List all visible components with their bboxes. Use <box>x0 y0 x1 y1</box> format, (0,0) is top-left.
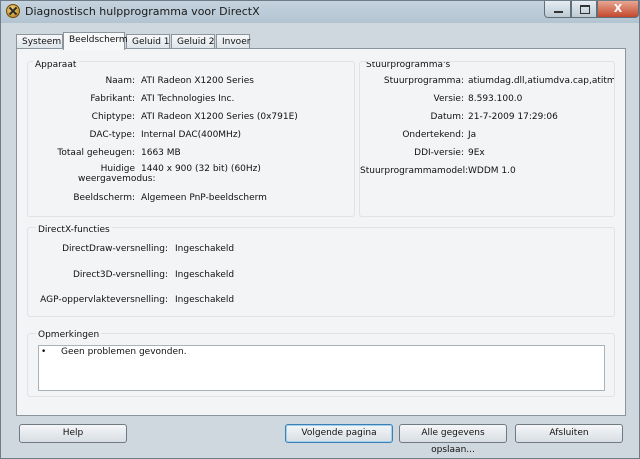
directx-functies-heading: DirectX-functies <box>36 225 112 235</box>
tab-geluid-1[interactable]: Geluid 1 <box>126 34 170 49</box>
fabrikant-value: ATI Technologies Inc. <box>141 94 235 104</box>
dac-type-value: Internal DAC(400MHz) <box>141 130 242 140</box>
chiptype-value: ATI Radeon X1200 Series (0x791E) <box>141 112 298 122</box>
direct3d-value: Ingeschakeld <box>175 270 235 280</box>
totaal-geheugen-label: Totaal geheugen: <box>57 148 135 158</box>
dac-type-label: DAC-type: <box>89 130 135 140</box>
directdraw-label: DirectDraw-versnelling: <box>62 244 168 254</box>
ondertekend-value: Ja <box>468 130 477 140</box>
close-button[interactable]: Afsluiten <box>515 424 623 443</box>
naam-value: ATI Radeon X1200 Series <box>141 76 254 86</box>
direct3d-label: Direct3D-versnelling: <box>72 270 168 280</box>
weergavemodus-value: 1440 x 900 (32 bit) (60Hz) <box>141 164 261 174</box>
stuurprogramma-label: Stuurprogramma: <box>383 76 464 86</box>
chiptype-label: Chiptype: <box>91 112 135 122</box>
help-button[interactable]: Help <box>19 424 127 443</box>
opmerkingen-heading: Opmerkingen <box>36 330 102 340</box>
datum-value: 21-7-2009 17:29:06 <box>468 112 558 122</box>
ddi-versie-value: 9Ex <box>468 148 485 158</box>
directdraw-value: Ingeschakeld <box>175 244 235 254</box>
naam-label: Naam: <box>105 76 135 86</box>
opmerkingen-textbox[interactable]: • Geen problemen gevonden. <box>38 345 605 391</box>
stuurprogrammamodel-value: WDDM 1.0 <box>468 166 516 176</box>
next-page-button[interactable]: Volgende pagina <box>285 424 393 443</box>
apparaat-heading: Apparaat <box>33 60 79 70</box>
versie-value: 8.593.100.0 <box>468 94 523 104</box>
beeldscherm-label: Beeldscherm: <box>73 193 135 203</box>
close-window-button[interactable]: X <box>597 1 639 18</box>
versie-label: Versie: <box>433 94 464 104</box>
fabrikant-label: Fabrikant: <box>90 94 135 104</box>
tab-beeldscherm[interactable]: Beeldscherm <box>63 32 128 50</box>
tab-systeem[interactable]: Systeem <box>16 34 63 49</box>
note-text: Geen problemen gevonden. <box>61 347 187 357</box>
apparaat-group: Apparaat Naam: ATI Radeon X1200 Series F… <box>27 60 355 217</box>
stuurprogrammas-group: Stuurprogramma's Stuurprogramma: atiumda… <box>359 61 615 217</box>
stuurprogramma-value: atiumdag.dll,atiumdva.cap,atitmmx <box>468 76 615 86</box>
stuurprogrammamodel-label: Stuurprogrammamodel: <box>360 166 469 176</box>
dxdiag-window: Diagnostisch hulpprogramma voor DirectX … <box>0 0 640 459</box>
directx-functies-group: DirectX-functies DirectDraw-versnelling:… <box>27 225 615 317</box>
agp-label: AGP-oppervlakteversnelling: <box>40 295 168 305</box>
title-bar[interactable]: Diagnostisch hulpprogramma voor DirectX … <box>1 1 639 23</box>
stuurprogrammas-heading: Stuurprogramma's <box>364 61 453 70</box>
close-icon: X <box>613 2 623 15</box>
totaal-geheugen-value: 1663 MB <box>141 148 181 158</box>
note-bullet: • <box>41 347 47 357</box>
minimize-icon <box>554 11 563 13</box>
weergavemodus-label: Huidige weergavemodus: <box>78 164 156 184</box>
ondertekend-label: Ondertekend: <box>402 130 464 140</box>
beeldscherm-value: Algemeen PnP-beeldscherm <box>141 193 267 203</box>
maximize-button[interactable] <box>571 1 597 18</box>
window-title: Diagnostisch hulpprogramma voor DirectX <box>25 5 260 18</box>
datum-label: Datum: <box>430 112 464 122</box>
agp-value: Ingeschakeld <box>175 295 235 305</box>
minimize-button[interactable] <box>544 1 571 18</box>
maximize-icon <box>580 5 590 14</box>
tab-invoer[interactable]: Invoer <box>216 34 250 49</box>
ddi-versie-label: DDI-versie: <box>414 148 464 158</box>
directx-app-icon <box>6 4 20 18</box>
tab-geluid-2[interactable]: Geluid 2 <box>171 34 215 49</box>
tab-panel-beeldscherm: Apparaat Naam: ATI Radeon X1200 Series F… <box>16 48 626 416</box>
save-all-button[interactable]: Alle gegevens opslaan... <box>399 424 507 455</box>
